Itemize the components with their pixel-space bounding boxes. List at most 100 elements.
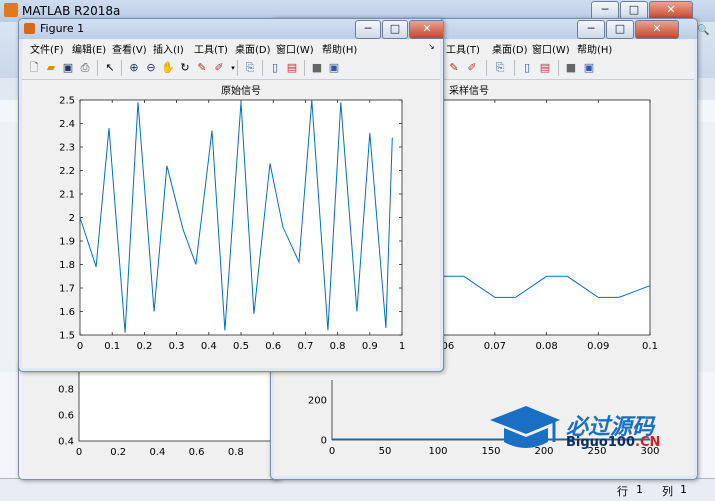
status-bar: 行 1 列 1 — [0, 478, 715, 501]
close-icon[interactable]: ✕ — [409, 20, 443, 39]
x-tick-label: 0.4 — [201, 341, 217, 352]
close-icon[interactable]: ✕ — [635, 20, 679, 39]
show-plot-tools-icon[interactable]: ▣ — [581, 60, 597, 76]
chevron-down-icon[interactable]: ▾ — [225, 60, 241, 76]
y-tick-label: 0 — [321, 436, 327, 447]
menu-dock-arrow-icon[interactable]: ↘ — [428, 42, 435, 51]
x-tick-label: 0.1 — [642, 341, 658, 352]
menu-help[interactable]: 帮助(H) — [577, 41, 612, 56]
figure-3-axes[interactable]: 0.40.60.800.20.40.60.81 — [19, 361, 281, 479]
menu-edit[interactable]: 编辑(E) — [72, 41, 106, 56]
minimize-icon[interactable]: ─ — [355, 20, 381, 39]
y-tick-label: 1.8 — [59, 260, 75, 271]
y-tick-label: 2 — [69, 213, 75, 224]
x-tick-label: 0.08 — [535, 341, 557, 352]
x-tick-label: 0.6 — [265, 341, 281, 352]
new-file-icon[interactable]: 🗋 — [26, 60, 42, 76]
print-icon[interactable]: ⎙ — [77, 60, 93, 76]
data-cursor-icon[interactable]: ✎ — [194, 60, 210, 76]
x-tick-label: 0.7 — [297, 341, 313, 352]
menu-window[interactable]: 窗口(W) — [532, 41, 570, 56]
figure-1-canvas: 原始信号 0 0.1 0.2 0.3 0.4 0.5 0.6 0.7 0.8 0.9 1 1.5 1.6 1… — [22, 80, 440, 368]
x-tick-label: 0.1 — [104, 341, 120, 352]
x-tick-label: 0.4 — [149, 447, 165, 458]
x-tick-label: 0.5 — [233, 341, 249, 352]
y-tick-label: 0.8 — [58, 385, 74, 396]
figure-window-3[interactable]: 0.40.60.800.20.40.60.81 — [18, 360, 282, 480]
y-tick-label: 2.5 — [59, 96, 75, 107]
x-tick-label: 0 — [329, 446, 335, 457]
figure-1-window-controls: ─ □ ✕ — [354, 20, 443, 39]
matlab-logo-icon — [4, 3, 18, 17]
menu-desktop[interactable]: 桌面(D) — [492, 41, 528, 56]
y-tick-label: 1.6 — [59, 307, 75, 318]
col-label: 列 — [662, 485, 673, 498]
x-tick-label: 0.8 — [228, 447, 244, 458]
link-plot-icon[interactable]: ⎘ — [242, 60, 258, 76]
figure-1-menubar: 文件(F) 编辑(E) 查看(V) 插入(I) 工具(T) 桌面(D) 窗口(W… — [22, 39, 440, 57]
left-panel-edge — [0, 122, 19, 372]
menu-tools[interactable]: 工具(T) — [446, 41, 480, 56]
x-tick-label: 0.3 — [169, 341, 185, 352]
maximize-icon[interactable]: □ — [382, 20, 408, 39]
figure-1-toolbar: 🗋 ▰ ▣ ⎙ ↖ ⊕ ⊖ ✋ ↻ ✎ ✐ ▾ ⎘ ▯ ▤ ■ ▣ — [22, 57, 440, 80]
row-value: 1 — [636, 483, 643, 496]
x-tick-label: 0 — [77, 341, 83, 352]
y-tick-label: 1.7 — [59, 284, 75, 295]
legend-icon[interactable]: ▤ — [284, 60, 300, 76]
save-icon[interactable]: ▣ — [60, 60, 76, 76]
menu-tools[interactable]: 工具(T) — [194, 41, 228, 56]
figure-1-title: Figure 1 — [40, 22, 85, 35]
watermark-domain: Biguo100.CN — [566, 435, 660, 450]
original-signal-axes[interactable]: 原始信号 0 0.1 0.2 0.3 0.4 0.5 0.6 0.7 0.8 0.9 1 1.5 1.6 1… — [22, 80, 440, 368]
maximize-icon[interactable]: □ — [606, 20, 634, 39]
colorbar-icon[interactable]: ▯ — [267, 60, 283, 76]
pan-hand-icon[interactable]: ✋ — [160, 60, 176, 76]
x-tick-label: 0.8 — [330, 341, 346, 352]
y-tick-label: 0.4 — [58, 437, 74, 448]
rotate-3d-icon[interactable]: ↻ — [177, 60, 193, 76]
legend-icon[interactable]: ▤ — [537, 60, 553, 76]
y-tick-label: 2.1 — [59, 190, 75, 201]
x-tick-label: 0.2 — [136, 341, 152, 352]
menu-help[interactable]: 帮助(H) — [322, 41, 357, 56]
colorbar-icon[interactable]: ▯ — [519, 60, 535, 76]
menu-file[interactable]: 文件(F) — [30, 41, 64, 56]
hide-plot-tools-icon[interactable]: ■ — [309, 60, 325, 76]
figure-window-1[interactable]: Figure 1 ─ □ ✕ 文件(F) 编辑(E) 查看(V) 插入(I) 工… — [18, 18, 444, 372]
graduation-cap-logo — [490, 406, 560, 448]
hide-plot-tools-icon[interactable]: ■ — [563, 60, 579, 76]
col-value: 1 — [680, 483, 687, 496]
plot-area — [79, 99, 403, 336]
chart-title: 原始信号 — [221, 84, 261, 97]
zoom-in-icon[interactable]: ⊕ — [126, 60, 142, 76]
y-tick-label: 2.2 — [59, 166, 75, 177]
x-tick-label: 50 — [379, 446, 392, 457]
y-tick-label: 2.4 — [59, 119, 75, 130]
x-tick-label: 0 — [76, 447, 82, 458]
watermark-domain-main: Biguo100 — [566, 435, 635, 450]
menu-view[interactable]: 查看(V) — [112, 41, 147, 56]
menu-insert[interactable]: 插入(I) — [153, 41, 184, 56]
zoom-out-icon[interactable]: ⊖ — [143, 60, 159, 76]
data-cursor-icon[interactable]: ✎ — [446, 60, 462, 76]
minimize-icon[interactable]: ─ — [577, 20, 605, 39]
matlab-title: MATLAB R2018a — [22, 4, 121, 18]
pointer-icon[interactable]: ↖ — [102, 60, 118, 76]
y-tick-label: 0.6 — [58, 411, 74, 422]
show-plot-tools-icon[interactable]: ▣ — [326, 60, 342, 76]
x-tick-label: 100 — [428, 446, 447, 457]
menu-window[interactable]: 窗口(W) — [276, 41, 314, 56]
brush-icon[interactable]: ✐ — [464, 60, 480, 76]
x-tick-label: 1 — [399, 341, 405, 352]
matlab-window-controls: ─ □ ✕ — [590, 1, 693, 20]
figure-1-titlebar[interactable]: Figure 1 ─ □ ✕ — [19, 19, 443, 39]
link-plot-icon[interactable]: ⎘ — [492, 60, 508, 76]
y-tick-label: 1.9 — [59, 237, 75, 248]
figure-icon — [24, 23, 35, 34]
watermark-domain-tld: .CN — [635, 435, 661, 450]
figure-2-window-controls: ─ □ ✕ — [576, 20, 679, 39]
search-icon[interactable]: 🔍 — [697, 25, 709, 36]
open-folder-icon[interactable]: ▰ — [43, 60, 59, 76]
menu-desktop[interactable]: 桌面(D) — [235, 41, 271, 56]
